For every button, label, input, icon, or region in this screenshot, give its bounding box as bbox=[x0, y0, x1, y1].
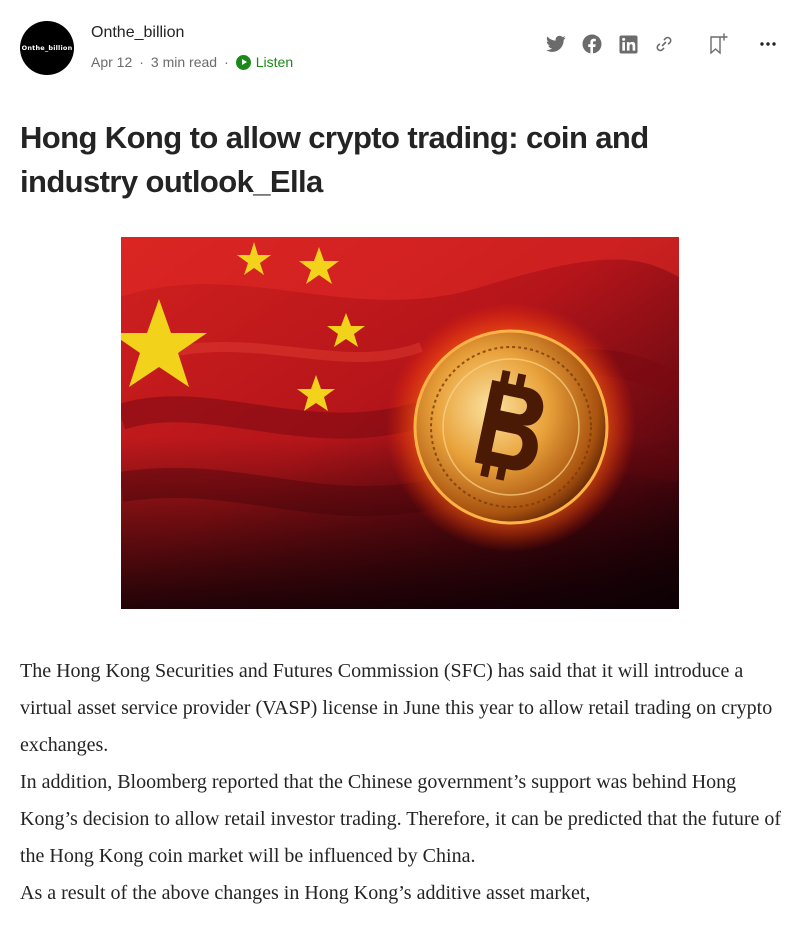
listen-button[interactable]: Listen bbox=[235, 54, 294, 70]
twitter-share-icon[interactable] bbox=[544, 32, 568, 56]
article-body: The Hong Kong Securities and Futures Com… bbox=[20, 653, 790, 912]
author-avatar[interactable]: Onthe_billion bbox=[20, 21, 74, 75]
avatar-text: Onthe_billion bbox=[21, 44, 73, 52]
post-header: Onthe_billion Onthe_billion Apr 12 · 3 m… bbox=[20, 18, 780, 78]
meta-separator: · bbox=[139, 54, 144, 70]
facebook-share-icon[interactable] bbox=[580, 32, 604, 56]
article-title: Hong Kong to allow crypto trading: coin … bbox=[20, 120, 649, 199]
play-icon bbox=[235, 54, 251, 70]
copy-link-icon[interactable] bbox=[652, 32, 676, 56]
body-paragraph: As a result of the above changes in Hong… bbox=[20, 882, 591, 904]
listen-label: Listen bbox=[255, 54, 294, 70]
post-meta: Apr 12 · 3 min read · Listen bbox=[91, 54, 293, 70]
linkedin-share-icon[interactable] bbox=[616, 32, 640, 56]
share-actions bbox=[532, 32, 780, 56]
hero-image bbox=[121, 237, 679, 609]
bookmark-add-icon[interactable] bbox=[706, 32, 730, 56]
more-options-icon[interactable] bbox=[756, 32, 780, 56]
meta-separator: · bbox=[224, 54, 229, 70]
read-time: 3 min read bbox=[150, 54, 218, 70]
body-paragraph: In addition, Bloomberg reported that the… bbox=[20, 771, 782, 867]
publish-date: Apr 12 bbox=[91, 54, 133, 70]
china-flag-bitcoin-illustration bbox=[121, 237, 679, 609]
body-paragraph: The Hong Kong Securities and Futures Com… bbox=[20, 660, 773, 756]
author-name[interactable]: Onthe_billion bbox=[91, 24, 184, 42]
